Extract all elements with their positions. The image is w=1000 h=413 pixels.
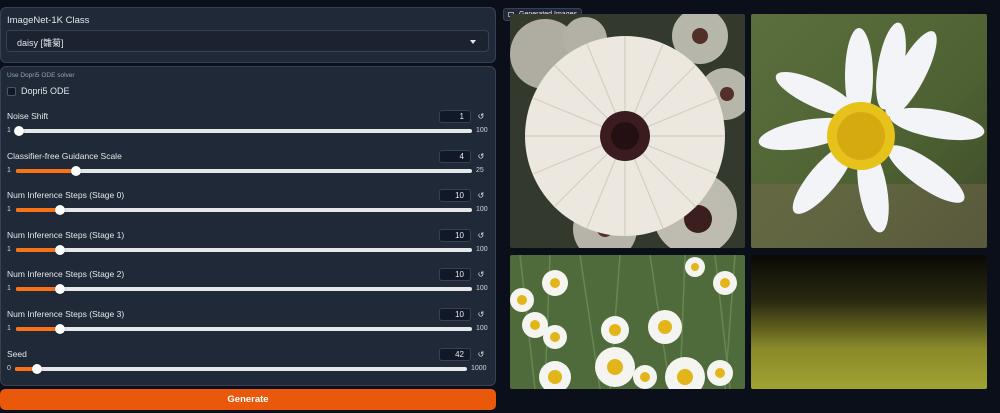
dopri5-checkbox[interactable] — [7, 86, 16, 96]
slider-num-inference-steps-stage-1: Num Inference Steps (Stage 1) 10 ↺ 1 100 — [1, 228, 497, 270]
slider-max-label: 100 — [476, 285, 488, 293]
generated-images-gallery: Generated Images — [503, 7, 992, 391]
generated-image-3[interactable] — [510, 255, 745, 389]
slider-thumb[interactable] — [55, 324, 66, 334]
refresh-icon[interactable]: ↺ — [475, 110, 487, 123]
class-dropdown-value: daisy [雛菊] — [17, 38, 64, 48]
slider-label: Num Inference Steps (Stage 2) — [7, 269, 125, 280]
slider-fill — [16, 327, 58, 331]
slider-fill — [16, 168, 73, 173]
slider-thumb[interactable] — [55, 284, 66, 295]
top-bar — [0, 0, 1000, 7]
slider-thumb[interactable] — [31, 363, 42, 374]
slider-noise-shift: Noise Shift 1 ↺ 1 100 — [1, 110, 497, 151]
slider-classifier-free-guidance-scale: Classifier-free Guidance Scale 4 ↺ 1 25 — [1, 149, 497, 191]
slider-num-inference-steps-stage-2: Num Inference Steps (Stage 2) 10 ↺ 1 100 — [1, 268, 497, 309]
refresh-icon[interactable]: ↺ — [475, 308, 487, 321]
slider-value-text: 10 — [455, 310, 464, 319]
slider-value-input[interactable]: 1 — [439, 110, 471, 123]
slider-value-input[interactable]: 10 — [439, 189, 471, 203]
slider-thumb[interactable] — [71, 165, 81, 176]
slider-min-label: 1 — [7, 206, 11, 214]
slider-track[interactable] — [15, 363, 467, 374]
slider-thumb[interactable] — [14, 126, 24, 136]
settings-panel: Use Dopri5 ODE solver Dopri5 ODE Noise S… — [0, 66, 496, 386]
slider-max-label: 100 — [476, 127, 488, 134]
slider-min-label: 1 — [7, 245, 11, 253]
slider-max-label: 1000 — [471, 364, 487, 372]
dopri5-checkbox-label[interactable]: Dopri5 ODE — [21, 86, 70, 96]
slider-track[interactable] — [16, 205, 472, 216]
generate-button[interactable]: Generate — [0, 389, 496, 410]
slider-max-label: 100 — [476, 206, 488, 214]
slider-min-label: 1 — [7, 127, 11, 134]
app-root: ImageNet-1K Class daisy [雛菊] Use Dopri5 … — [0, 0, 1000, 413]
slider-label: Num Inference Steps (Stage 3) — [7, 309, 125, 319]
slider-track[interactable] — [16, 165, 472, 176]
slider-thumb[interactable] — [55, 205, 66, 216]
chevron-down-icon[interactable] — [470, 40, 476, 44]
slider-min-label: 0 — [7, 364, 11, 372]
dopri5-checkbox-row[interactable]: Dopri5 ODE — [7, 85, 70, 97]
slider-num-inference-steps-stage-0: Num Inference Steps (Stage 0) 10 ↺ 1 100 — [1, 189, 497, 230]
slider-value-input[interactable]: 42 — [439, 347, 471, 361]
slider-value-text: 4 — [459, 151, 464, 161]
slider-track[interactable] — [16, 244, 472, 255]
slider-thumb[interactable] — [55, 244, 66, 255]
slider-value-text: 10 — [455, 270, 464, 280]
slider-max-label: 100 — [476, 245, 488, 253]
refresh-icon[interactable]: ↺ — [475, 268, 487, 281]
generated-image-2[interactable] — [751, 14, 987, 248]
generated-image-1[interactable] — [510, 14, 745, 248]
slider-label: Num Inference Steps (Stage 0) — [7, 190, 125, 201]
slider-min-label: 1 — [7, 166, 11, 174]
slider-seed: Seed 42 ↺ 0 1000 — [1, 347, 497, 389]
refresh-icon[interactable]: ↺ — [475, 229, 487, 242]
class-panel: ImageNet-1K Class daisy [雛菊] — [0, 7, 496, 63]
slider-label: Noise Shift — [7, 111, 49, 121]
slider-track[interactable] — [16, 324, 472, 334]
slider-fill — [16, 208, 58, 213]
generated-image-4[interactable] — [751, 255, 987, 389]
slider-value-text: 1 — [459, 112, 464, 121]
refresh-icon[interactable]: ↺ — [475, 150, 487, 163]
slider-track[interactable] — [16, 284, 472, 295]
slider-value-input[interactable]: 10 — [439, 268, 471, 282]
slider-value-input[interactable]: 10 — [439, 228, 471, 242]
refresh-icon[interactable]: ↺ — [475, 189, 487, 202]
slider-max-label: 25 — [476, 166, 484, 174]
slider-label: Seed — [7, 348, 27, 359]
slider-min-label: 1 — [7, 325, 11, 332]
slider-value-input[interactable]: 4 — [439, 149, 471, 163]
refresh-icon[interactable]: ↺ — [475, 348, 487, 361]
slider-label: Num Inference Steps (Stage 1) — [7, 229, 125, 240]
slider-min-label: 1 — [7, 285, 11, 293]
slider-fill — [16, 287, 58, 292]
slider-value-text: 10 — [455, 191, 464, 201]
slider-fill — [16, 247, 58, 252]
slider-track[interactable] — [14, 126, 472, 136]
bottom-bar — [503, 391, 1000, 413]
slider-max-label: 100 — [476, 325, 488, 332]
slider-value-text: 10 — [455, 230, 464, 240]
class-label: ImageNet-1K Class — [7, 15, 90, 26]
class-dropdown[interactable]: daisy [雛菊] — [6, 30, 489, 52]
solver-caption: Use Dopri5 ODE solver — [7, 72, 75, 79]
slider-value-input[interactable]: 10 — [439, 308, 471, 321]
slider-value-text: 42 — [455, 349, 464, 359]
slider-num-inference-steps-stage-3: Num Inference Steps (Stage 3) 10 ↺ 1 100 — [1, 308, 497, 349]
slider-label: Classifier-free Guidance Scale — [7, 150, 122, 161]
